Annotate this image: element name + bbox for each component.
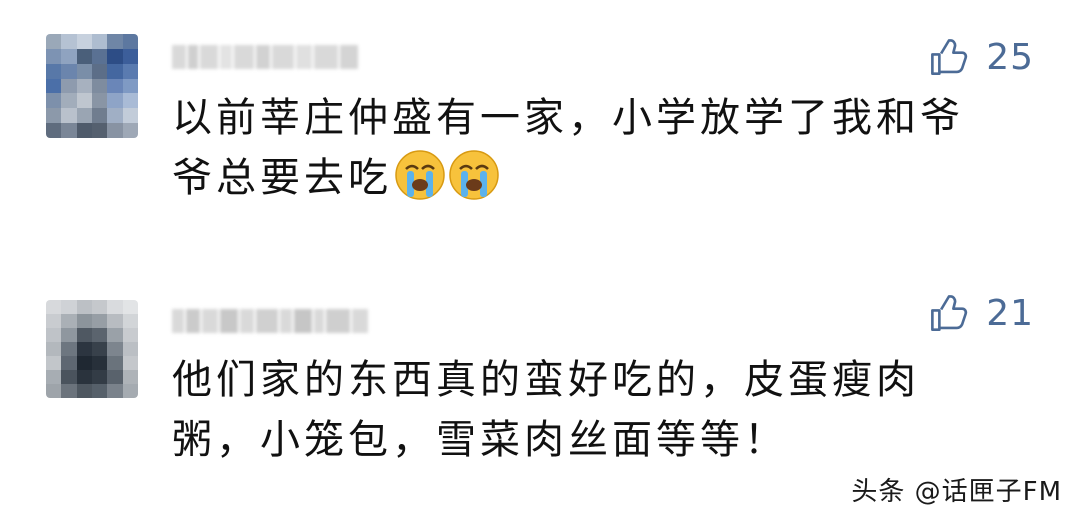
thumbs-up-icon [931, 39, 968, 75]
comment-text: 他们家的东西真的蛮好吃的，皮蛋瘦肉 粥，小笼包，雪菜肉丝面等等！ [172, 357, 920, 463]
like-count: 21 [986, 292, 1034, 334]
avatar[interactable] [46, 34, 138, 138]
avatar[interactable] [46, 300, 138, 398]
like-button[interactable]: 25 [928, 36, 1034, 78]
username-blurred[interactable] [172, 304, 372, 338]
username-blurred[interactable] [172, 40, 362, 74]
crying-face-emoji [449, 150, 499, 200]
thumbs-up-icon [931, 295, 968, 331]
comment-text: 以前莘庄仲盛有一家，小学放学了我和爷 爷总要去吃 [172, 95, 964, 201]
watermark: 头条 @话匣子FM [851, 477, 1062, 507]
crying-face-emoji [395, 150, 445, 200]
like-button[interactable]: 21 [928, 292, 1034, 334]
like-count: 25 [986, 36, 1034, 78]
comment-item: 25 以前莘庄仲盛有一家，小学放学了我和爷 爷总要去吃 [0, 0, 1080, 260]
